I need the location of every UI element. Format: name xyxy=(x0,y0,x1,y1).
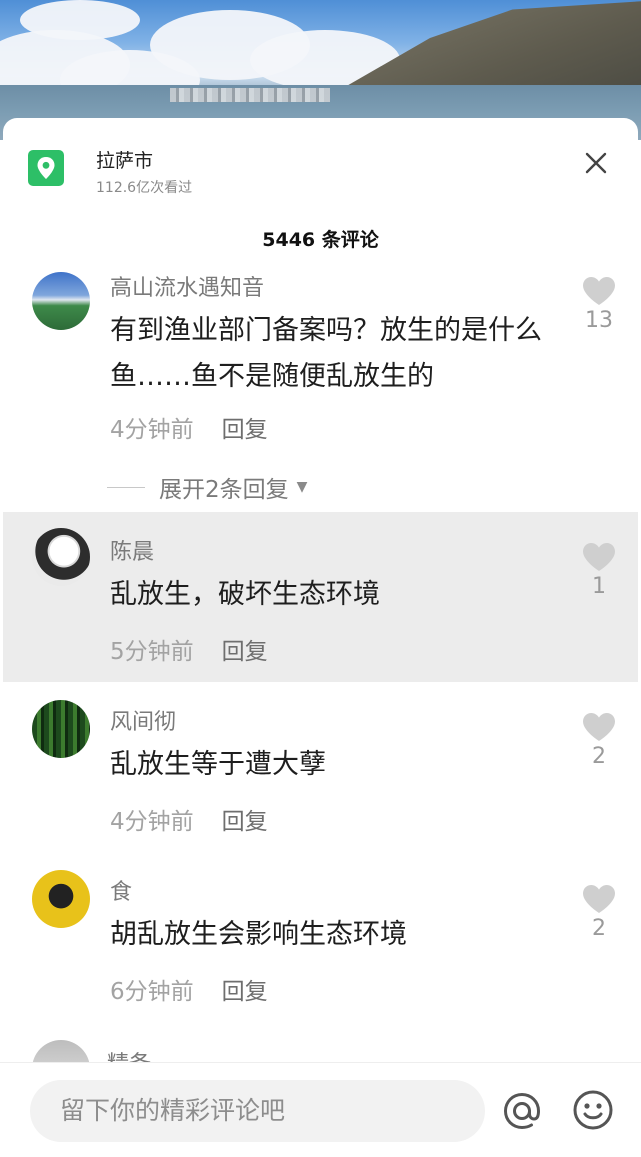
reply-button[interactable]: 回复 xyxy=(222,809,268,835)
comment-meta: 5分钟前 回复 xyxy=(110,632,268,666)
comment-time: 6分钟前 xyxy=(110,979,194,1005)
location-title[interactable]: 拉萨市 xyxy=(96,146,153,173)
avatar[interactable] xyxy=(32,272,90,330)
comment-meta: 6分钟前 回复 xyxy=(110,972,268,1006)
location-views: 112.6亿次看过 xyxy=(96,180,193,196)
like-button[interactable]: 2 xyxy=(578,884,620,941)
comment-input[interactable]: 留下你的精彩评论吧 xyxy=(30,1080,485,1142)
expand-replies-label: 展开2条回复 xyxy=(159,477,289,503)
avatar[interactable] xyxy=(32,870,90,928)
avatar[interactable] xyxy=(32,528,90,586)
comment-text[interactable]: 乱放生，破坏生态环境 xyxy=(110,572,560,618)
comment-author[interactable]: 风间彻 xyxy=(110,704,176,736)
comment-text[interactable]: 胡乱放生会影响生态环境 xyxy=(110,912,560,958)
comment-text[interactable]: 有到渔业部门备案吗？放生的是什么鱼……鱼不是随便乱放生的 xyxy=(110,308,560,400)
comment-item: 食 胡乱放生会影响生态环境 6分钟前 回复 2 xyxy=(3,862,638,1022)
comment-author[interactable]: 陈晨 xyxy=(110,534,154,566)
chevron-down-icon: ▼ xyxy=(296,479,308,495)
comment-item: 风间彻 乱放生等于遭大孽 4分钟前 回复 2 xyxy=(3,690,638,850)
comment-time: 5分钟前 xyxy=(110,639,194,665)
at-icon[interactable] xyxy=(500,1089,544,1133)
comment-meta: 4分钟前 回复 xyxy=(110,802,268,836)
like-count: 1 xyxy=(592,574,606,599)
like-count: 13 xyxy=(585,308,613,333)
close-icon[interactable] xyxy=(582,149,610,177)
comment-text[interactable]: 乱放生等于遭大孽 xyxy=(110,742,560,788)
like-button[interactable]: 13 xyxy=(578,276,620,333)
reply-button[interactable]: 回复 xyxy=(222,639,268,665)
comment-item: 高山流水遇知音 有到渔业部门备案吗？放生的是什么鱼……鱼不是随便乱放生的 4分钟… xyxy=(3,262,638,502)
like-count: 2 xyxy=(592,744,606,769)
comment-author[interactable]: 高山流水遇知音 xyxy=(110,270,264,302)
heart-icon xyxy=(583,543,615,571)
expand-replies-button[interactable]: 展开2条回复 ▼ xyxy=(107,470,307,504)
like-button[interactable]: 1 xyxy=(578,542,620,599)
reply-button[interactable]: 回复 xyxy=(222,979,268,1005)
reply-button[interactable]: 回复 xyxy=(222,417,268,443)
comment-time: 4分钟前 xyxy=(110,809,194,835)
heart-icon xyxy=(583,885,615,913)
like-count: 2 xyxy=(592,916,606,941)
comment-count-title: 5446 条评论 xyxy=(262,229,379,251)
comment-time: 4分钟前 xyxy=(110,417,194,443)
comment-item: 陈晨 乱放生，破坏生态环境 5分钟前 回复 1 xyxy=(3,512,638,682)
like-button[interactable]: 2 xyxy=(578,712,620,769)
heart-icon xyxy=(583,713,615,741)
avatar[interactable] xyxy=(32,700,90,758)
heart-icon xyxy=(583,277,615,305)
location-pin-icon[interactable] xyxy=(28,150,64,186)
comment-meta: 4分钟前 回复 xyxy=(110,410,268,444)
comment-author[interactable]: 食 xyxy=(110,874,132,906)
emoji-icon[interactable] xyxy=(571,1088,615,1132)
